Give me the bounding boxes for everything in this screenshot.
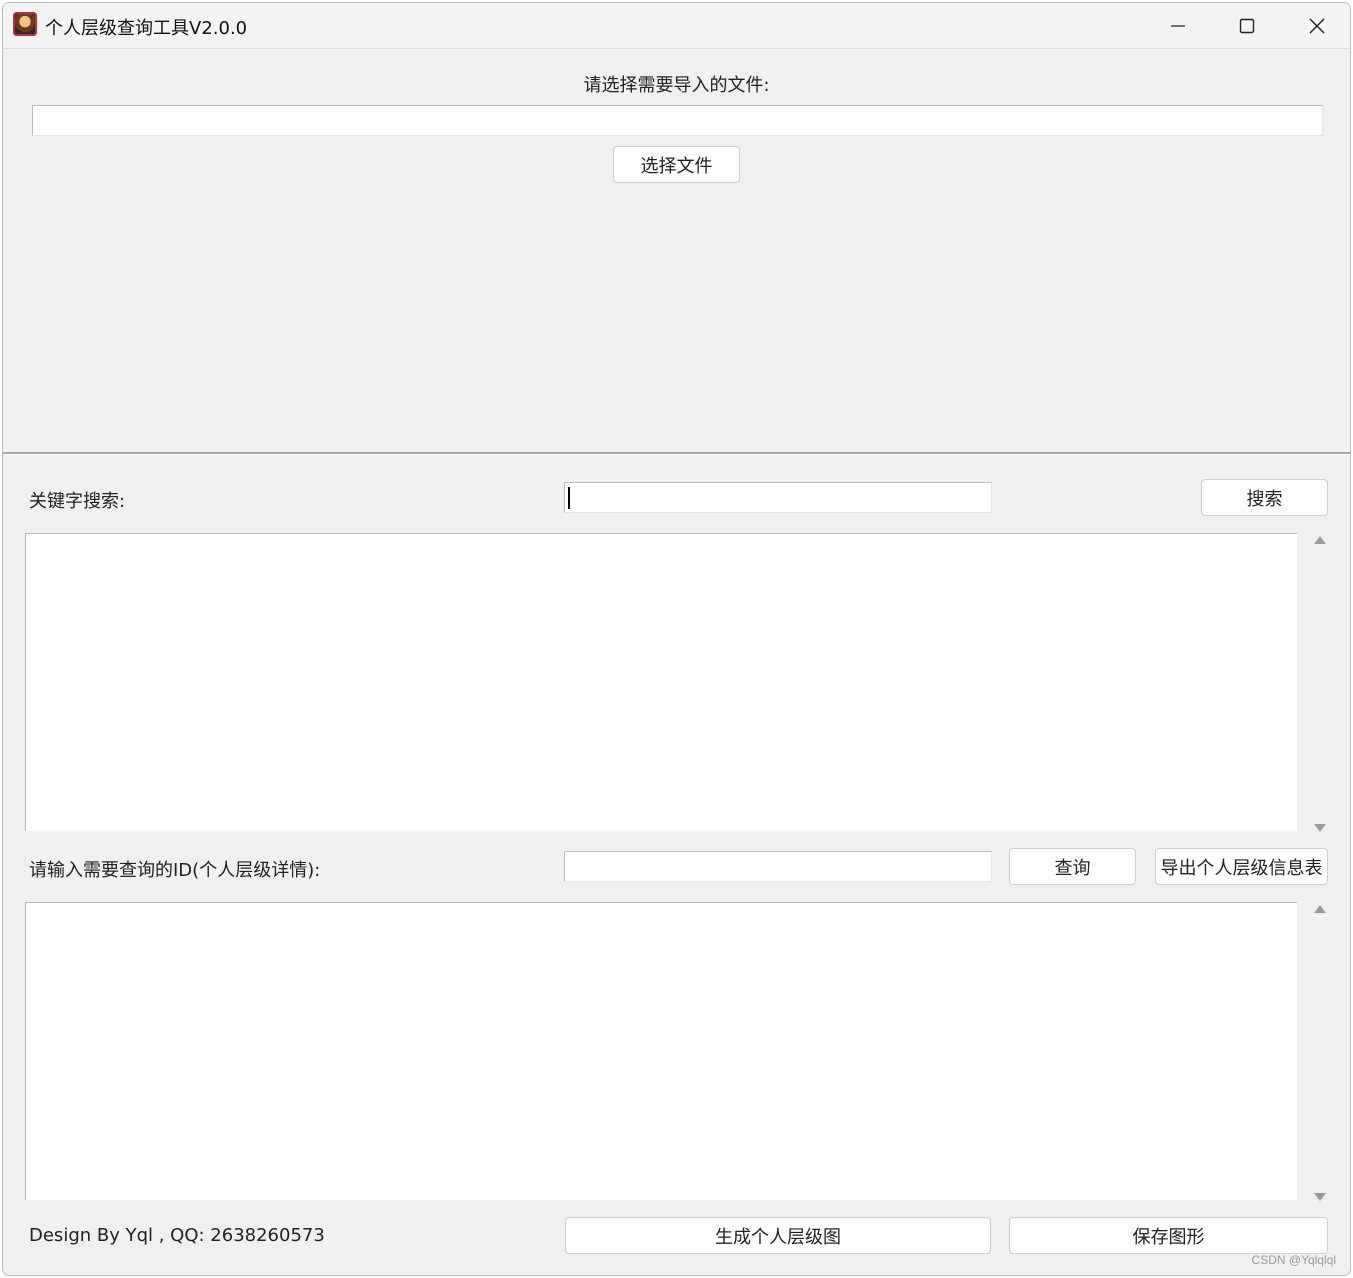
credit-text: Design By Yql , QQ: 2638260573 xyxy=(29,1225,325,1246)
close-icon xyxy=(1309,18,1325,34)
id-query-input[interactable] xyxy=(564,851,992,882)
scroll-down-icon[interactable] xyxy=(1314,1193,1326,1201)
scroll-up-icon[interactable] xyxy=(1314,905,1326,913)
generate-chart-button[interactable]: 生成个人层级图 xyxy=(565,1217,991,1254)
search-results-scrollbar[interactable] xyxy=(1306,533,1334,833)
select-file-button[interactable]: 选择文件 xyxy=(613,146,740,183)
file-path-input[interactable] xyxy=(32,105,1323,136)
query-results-scrollbar[interactable] xyxy=(1306,902,1334,1202)
section-divider xyxy=(3,452,1350,455)
window-title: 个人层级查询工具V2.0.0 xyxy=(45,18,248,39)
search-results-area[interactable] xyxy=(25,533,1297,831)
export-info-button[interactable]: 导出个人层级信息表 xyxy=(1155,848,1328,885)
file-select-prompt: 请选择需要导入的文件: xyxy=(583,75,770,96)
watermark: CSDN @Yqlqlql xyxy=(1251,1253,1336,1267)
text-cursor xyxy=(568,487,570,509)
app-window: 个人层级查询工具V2.0.0 请选择需要导入的文件: 选择文件 关键字搜索: 搜… xyxy=(2,2,1351,1276)
app-avatar-icon xyxy=(13,12,37,36)
title-bar[interactable]: 个人层级查询工具V2.0.0 xyxy=(3,3,1350,49)
id-query-label: 请输入需要查询的ID(个人层级详情): xyxy=(29,860,321,881)
search-button[interactable]: 搜索 xyxy=(1201,479,1328,516)
keyword-search-label: 关键字搜索: xyxy=(29,491,126,512)
query-results-area[interactable] xyxy=(25,902,1297,1200)
query-button[interactable]: 查询 xyxy=(1009,848,1136,885)
keyword-input[interactable] xyxy=(564,482,992,513)
maximize-button[interactable] xyxy=(1212,3,1282,49)
maximize-icon xyxy=(1239,18,1255,34)
close-button[interactable] xyxy=(1282,3,1350,49)
save-chart-button[interactable]: 保存图形 xyxy=(1009,1217,1328,1254)
minimize-button[interactable] xyxy=(1143,3,1213,49)
scroll-down-icon[interactable] xyxy=(1314,824,1326,832)
minimize-icon xyxy=(1171,25,1185,27)
scroll-up-icon[interactable] xyxy=(1314,536,1326,544)
